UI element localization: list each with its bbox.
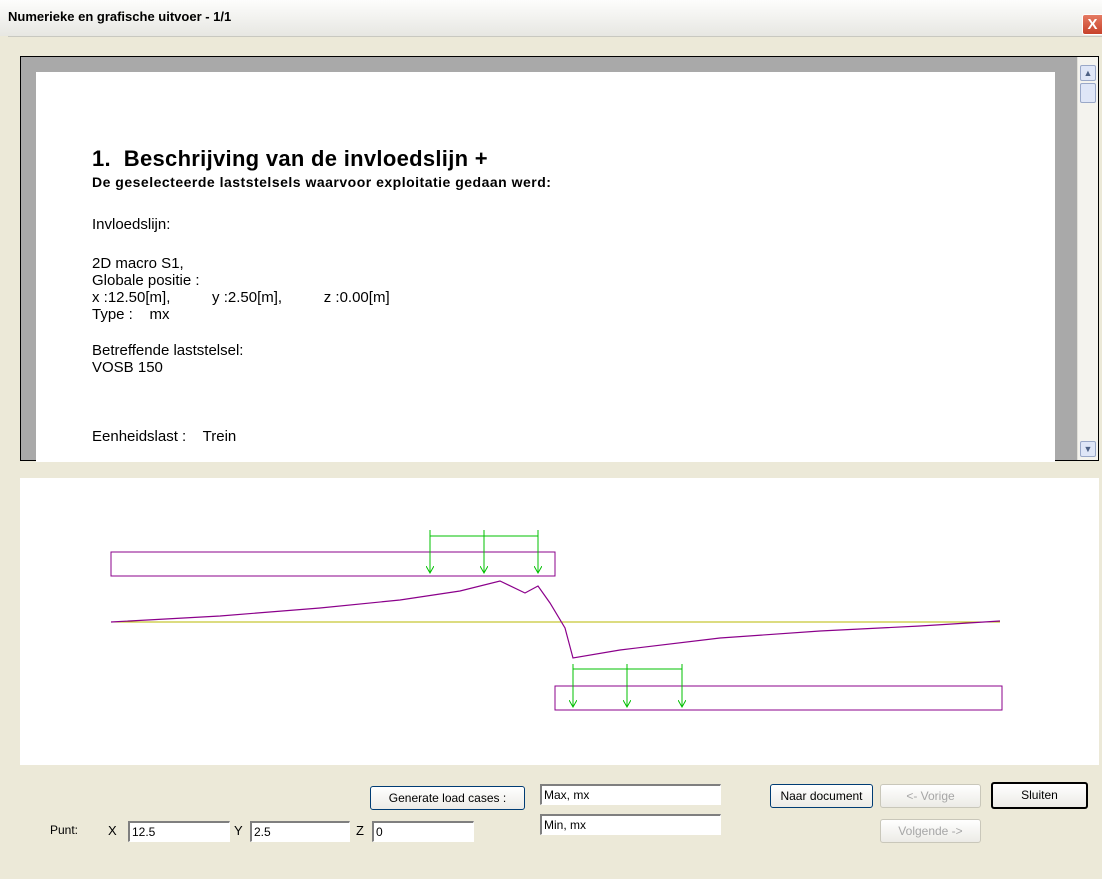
x-label: X bbox=[108, 823, 117, 838]
generate-load-cases-button[interactable]: Generate load cases : bbox=[370, 786, 525, 810]
upper-beam bbox=[110, 551, 556, 577]
x-input[interactable]: 12.5 bbox=[128, 821, 230, 842]
y-input[interactable]: 2.5 bbox=[250, 821, 350, 842]
max-case-field[interactable]: Max, mx bbox=[540, 784, 721, 805]
document-line: Betreffende laststelsel: bbox=[92, 342, 244, 359]
document-heading: 1. Beschrijving van de invloedslijn + bbox=[92, 146, 488, 171]
naar-document-button[interactable]: Naar document bbox=[770, 784, 873, 808]
influence-line-graph bbox=[20, 478, 1099, 765]
close-dialog-button[interactable]: Sluiten bbox=[991, 782, 1088, 809]
document-line: Invloedslijn: bbox=[92, 216, 171, 233]
document-line: VOSB 150 bbox=[92, 359, 163, 376]
document-line: 2D macro S1, bbox=[92, 255, 184, 272]
y-label: Y bbox=[234, 823, 243, 838]
document-line: Type : mx bbox=[92, 306, 170, 323]
punt-label: Punt: bbox=[50, 823, 79, 837]
document-page: 1. Beschrijving van de invloedslijn + De… bbox=[36, 72, 1055, 462]
z-label: Z bbox=[356, 823, 364, 838]
title-bar: Numerieke en grafische uitvoer - 1/1 X bbox=[0, 0, 1102, 37]
window-border bbox=[0, 36, 8, 879]
close-button[interactable]: X bbox=[1082, 14, 1102, 35]
next-button[interactable]: Volgende -> bbox=[880, 819, 981, 843]
document-line: Globale positie : bbox=[92, 272, 200, 289]
window-title: Numerieke en grafische uitvoer - 1/1 bbox=[8, 9, 232, 24]
influence-line bbox=[110, 580, 1001, 659]
document-line: x :12.50[m], y :2.50[m], z :0.00[m] bbox=[92, 289, 390, 306]
document-subheading: De geselecteerde laststelsels waarvoor e… bbox=[92, 174, 552, 190]
vertical-scrollbar[interactable]: ▲ ▼ bbox=[1077, 57, 1098, 460]
z-input[interactable]: 0 bbox=[372, 821, 474, 842]
previous-button[interactable]: <- Vorige bbox=[880, 784, 981, 808]
lower-beam bbox=[554, 685, 1003, 711]
chevron-up-icon[interactable]: ▲ bbox=[1080, 65, 1096, 81]
chevron-down-icon[interactable]: ▼ bbox=[1080, 441, 1096, 457]
document-viewer: 1. Beschrijving van de invloedslijn + De… bbox=[20, 56, 1099, 462]
document-line: Eenheidslast : Trein bbox=[92, 428, 237, 445]
min-case-field[interactable]: Min, mx bbox=[540, 814, 721, 835]
graph-canvas bbox=[110, 530, 1003, 711]
scrollbar-thumb[interactable] bbox=[1080, 83, 1096, 103]
